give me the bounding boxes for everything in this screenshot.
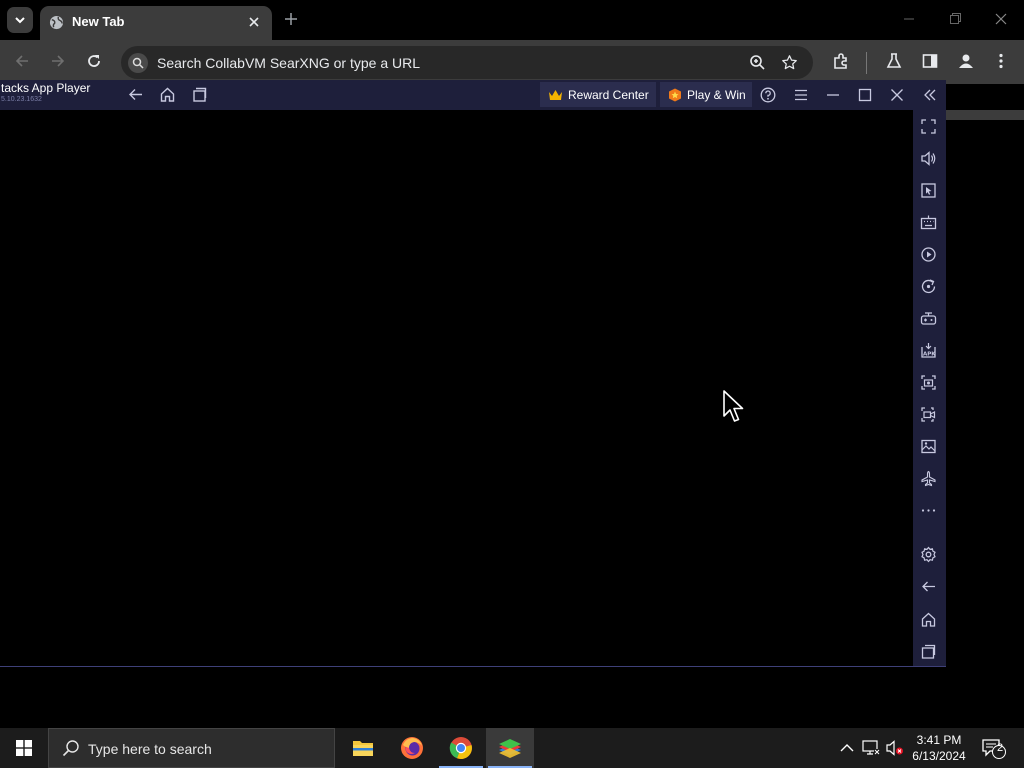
- reward-center-button[interactable]: Reward Center: [540, 82, 656, 107]
- taskbar-file-explorer[interactable]: [339, 728, 387, 768]
- new-tab-icon[interactable]: [283, 11, 299, 27]
- bs-close-icon[interactable]: [889, 87, 905, 103]
- omnibox[interactable]: Search CollabVM SearXNG or type a URL: [121, 46, 813, 79]
- bs-maximize-icon[interactable]: [857, 87, 873, 103]
- mouse-cursor-icon: [723, 390, 744, 422]
- zoom-icon[interactable]: [749, 54, 766, 71]
- notification-center-button[interactable]: 2: [982, 738, 1006, 760]
- settings-icon[interactable]: [920, 546, 937, 563]
- profile-icon[interactable]: [957, 52, 975, 70]
- browser-toolbar: Search CollabVM SearXNG or type a URL: [0, 40, 1024, 84]
- macro-pointer-icon[interactable]: [920, 182, 937, 199]
- play-and-win-button[interactable]: Play & Win: [660, 82, 752, 107]
- android-screen[interactable]: [0, 110, 913, 666]
- bluestacks-icon: [499, 739, 521, 758]
- recent-apps-icon[interactable]: [920, 643, 937, 660]
- omnibox-placeholder[interactable]: Search CollabVM SearXNG or type a URL: [157, 55, 420, 71]
- reload-icon[interactable]: [86, 53, 102, 69]
- folder-icon: [353, 741, 373, 756]
- bluestacks-version: 5.10.23.1632: [1, 96, 42, 103]
- tab-new-tab[interactable]: New Tab: [40, 6, 272, 40]
- searxng-icon: [128, 53, 148, 73]
- bs-home-icon[interactable]: [159, 86, 176, 103]
- home-icon[interactable]: [920, 611, 937, 628]
- taskbar-firefox[interactable]: [388, 728, 436, 768]
- side-panel-icon[interactable]: [922, 53, 938, 69]
- rotate-icon[interactable]: [920, 278, 937, 295]
- chevron-down-icon: [15, 17, 25, 24]
- close-window-icon[interactable]: [995, 11, 1007, 27]
- help-icon[interactable]: [760, 87, 776, 103]
- airplane-icon[interactable]: [920, 470, 937, 487]
- reward-center-label: Reward Center: [568, 87, 649, 102]
- show-hidden-icons-icon[interactable]: [840, 741, 854, 755]
- svg-text:APK: APK: [923, 352, 936, 358]
- record-icon[interactable]: [920, 246, 937, 263]
- browser-background-strip: [946, 110, 1024, 120]
- screenshot-icon[interactable]: [920, 374, 937, 391]
- clock-time: 3:41 PM: [916, 733, 962, 747]
- apk-icon[interactable]: APK: [920, 342, 937, 359]
- bluestacks-bottom-border: [0, 666, 946, 667]
- bs-recent-apps-icon[interactable]: [191, 86, 208, 103]
- bluestacks-sidebar: APK: [913, 110, 946, 667]
- system-clock[interactable]: 3:41 PM 6/13/2024: [906, 732, 972, 764]
- taskbar-search-box[interactable]: Type here to search: [48, 728, 335, 768]
- play-win-badge-icon: [669, 88, 681, 101]
- minimize-icon[interactable]: [903, 11, 915, 27]
- notification-count: 2: [996, 742, 1004, 754]
- screen-record-icon[interactable]: [920, 406, 937, 423]
- back-icon[interactable]: [920, 578, 937, 595]
- taskbar-bluestacks[interactable]: [486, 728, 534, 768]
- extensions-icon[interactable]: [832, 52, 850, 70]
- bs-back-icon[interactable]: [127, 86, 144, 103]
- taskbar-search-placeholder: Type here to search: [88, 741, 212, 757]
- windows-logo-icon: [16, 740, 32, 756]
- media-folder-icon[interactable]: [920, 438, 937, 455]
- toolbar-separator: [866, 52, 867, 74]
- crown-icon: [549, 89, 562, 100]
- tab-strip: New Tab: [0, 0, 1024, 40]
- close-tab-icon[interactable]: [247, 15, 261, 29]
- chrome-icon: [449, 737, 472, 760]
- forward-icon[interactable]: [50, 53, 66, 69]
- bs-minimize-icon[interactable]: [825, 87, 841, 103]
- clock-date: 6/13/2024: [912, 749, 966, 763]
- menu-kebab-icon[interactable]: [998, 53, 1004, 69]
- tab-title: New Tab: [72, 14, 125, 29]
- bluestacks-title: tacks App Player: [1, 81, 91, 95]
- restore-icon[interactable]: [949, 11, 961, 27]
- taskbar: Type here to search 3:41 PM 6/13/2024 2: [0, 728, 1024, 768]
- labs-flask-icon[interactable]: [886, 52, 902, 70]
- volume-icon[interactable]: [920, 150, 937, 167]
- firefox-icon: [401, 737, 423, 759]
- taskbar-chrome[interactable]: [437, 728, 485, 768]
- fullscreen-icon[interactable]: [920, 118, 937, 135]
- back-icon[interactable]: [14, 53, 30, 69]
- tab-search-button[interactable]: [7, 7, 33, 33]
- gamepad-icon[interactable]: [920, 310, 937, 327]
- collapse-sidebar-icon[interactable]: [922, 87, 938, 103]
- volume-muted-icon[interactable]: [886, 740, 904, 756]
- more-icon[interactable]: [920, 502, 937, 519]
- start-button[interactable]: [0, 728, 48, 768]
- search-icon: [62, 740, 79, 757]
- globe-icon: [49, 15, 64, 30]
- network-icon[interactable]: [862, 740, 880, 756]
- bookmark-star-icon[interactable]: [781, 54, 798, 71]
- play-and-win-label: Play & Win: [687, 87, 746, 102]
- hamburger-menu-icon[interactable]: [793, 87, 809, 103]
- keyboard-icon[interactable]: [920, 214, 937, 231]
